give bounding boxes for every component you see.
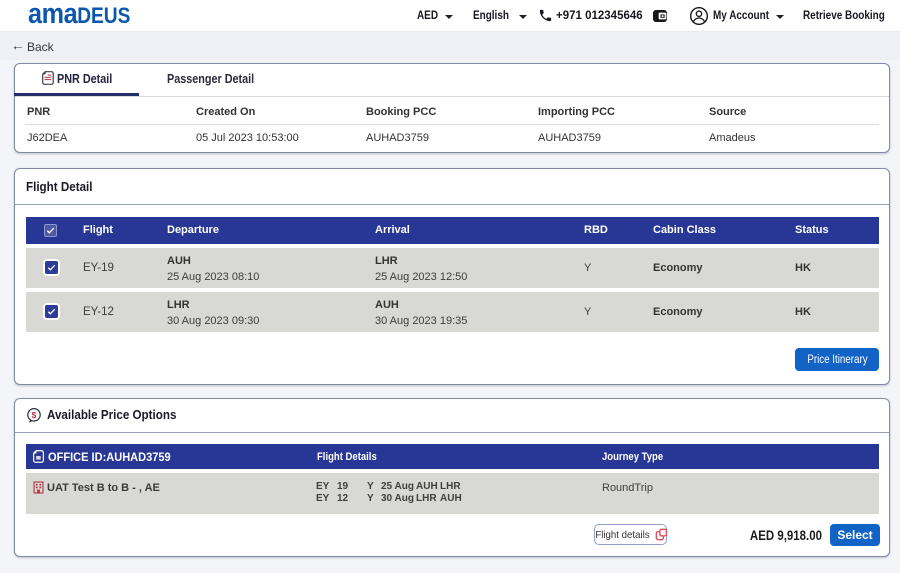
svg-text:$: $ [32, 410, 37, 420]
